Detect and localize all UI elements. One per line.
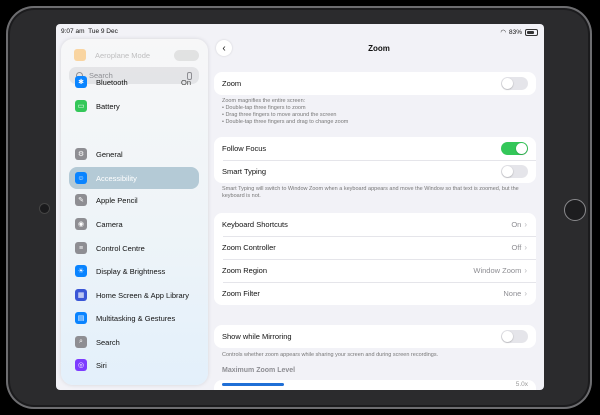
search-icon: ⌕ xyxy=(75,336,87,348)
sidebar-item-label: Siri xyxy=(96,360,107,370)
nav-row-keyboard-shortcuts[interactable]: Keyboard Shortcuts On › xyxy=(214,213,536,236)
status-date: Tue 9 Dec xyxy=(88,28,118,35)
sidebar-item-general[interactable]: ⚙ General xyxy=(69,143,199,165)
follow-focus-row[interactable]: Follow Focus xyxy=(214,137,536,160)
zoom-note: Zoom magnifies the entire screen: • Doub… xyxy=(222,98,532,126)
zoom-options-card: Keyboard Shortcuts On › Zoom Controller O… xyxy=(214,213,536,305)
sidebar-item-accessibility[interactable]: ☺ Accessibility xyxy=(69,167,199,189)
nav-row-label: Zoom Region xyxy=(222,266,268,275)
zoom-label: Zoom xyxy=(222,79,242,88)
sidebar-item-label: Home Screen & App Library xyxy=(96,290,189,300)
mirroring-card: Show while Mirroring xyxy=(214,325,536,348)
nav-row-value: None xyxy=(503,289,522,298)
home-screen-icon: ▦ xyxy=(75,289,87,301)
settings-sidebar: Aeroplane Mode Search ✱ Bluetooth On ▭ Batte… xyxy=(61,39,208,385)
home-button[interactable] xyxy=(564,199,586,221)
smart-typing-toggle[interactable] xyxy=(501,165,528,178)
sidebar-item-home-screen-app-library[interactable]: ▦ Home Screen & App Library xyxy=(69,284,199,306)
sidebar-item-battery[interactable]: ▭ Battery xyxy=(69,95,199,117)
chevron-right-icon: › xyxy=(524,243,527,252)
sidebar-item-label: Accessibility xyxy=(96,173,137,183)
sidebar-item-label: Camera xyxy=(96,219,123,229)
sidebar-item-camera[interactable]: ◉ Camera xyxy=(69,213,199,235)
zoom-card: Zoom xyxy=(214,72,536,95)
sidebar-item-control-centre[interactable]: ≡ Control Centre xyxy=(69,237,199,259)
sidebar-item-bluetooth[interactable]: ✱ Bluetooth On xyxy=(69,71,199,93)
sidebar-item-label: Apple Pencil xyxy=(96,195,138,205)
screen: 9:07 am Tue 9 Dec ◠ 83% Aeroplane Mode S… xyxy=(56,24,544,390)
sidebar-item-label: Search xyxy=(96,337,120,347)
zoom-row[interactable]: Zoom xyxy=(214,72,536,95)
sidebar-item-label: Bluetooth xyxy=(96,77,128,87)
nav-row-label: Zoom Filter xyxy=(222,289,260,298)
nav-row-zoom-controller[interactable]: Zoom Controller Off › xyxy=(214,236,536,259)
sidebar-item-label: Control Centre xyxy=(96,243,145,253)
siri-icon: ◎ xyxy=(75,359,87,371)
sidebar-item-label: Display & Brightness xyxy=(96,266,166,276)
chevron-right-icon: › xyxy=(524,220,527,229)
sidebar-item-multitasking-gestures[interactable]: ▤ Multitasking & Gestures xyxy=(69,307,199,329)
sidebar-item-label: Aeroplane Mode xyxy=(95,50,151,60)
max-zoom-slider[interactable]: 5.0x xyxy=(214,380,536,390)
nav-row-label: Keyboard Shortcuts xyxy=(222,220,288,229)
accessibility-icon: ☺ xyxy=(75,172,87,184)
max-zoom-header: Maximum Zoom Level xyxy=(222,367,296,374)
focus-card: Follow Focus Smart Typing xyxy=(214,137,536,183)
nav-row-zoom-filter[interactable]: Zoom Filter None › xyxy=(214,282,536,305)
aeroplane-icon xyxy=(74,49,86,61)
smart-typing-label: Smart Typing xyxy=(222,167,267,176)
sidebar-item-label: Battery xyxy=(96,101,120,111)
smart-typing-row[interactable]: Smart Typing xyxy=(214,160,536,183)
control-centre-icon: ≡ xyxy=(75,242,87,254)
camera-icon: ◉ xyxy=(75,218,87,230)
zoom-toggle[interactable] xyxy=(501,77,528,90)
show-while-mirroring-toggle[interactable] xyxy=(501,330,528,343)
zoom-note-line: • Double-tap three fingers to zoom xyxy=(222,105,306,111)
brightness-icon: ☀ xyxy=(75,265,87,277)
zoom-note-line: • Double-tap three fingers and drag to c… xyxy=(222,119,349,125)
sidebar-item-label: General xyxy=(96,149,123,159)
battery-percent: 83% xyxy=(508,28,522,36)
multitasking-icon: ▤ xyxy=(75,312,87,324)
chevron-right-icon: › xyxy=(524,289,527,298)
zoom-note-line: • Drag three fingers to move around the … xyxy=(222,112,337,118)
max-zoom-value: 5.0x xyxy=(515,381,528,388)
follow-focus-label: Follow Focus xyxy=(222,144,267,153)
sidebar-item-value: On xyxy=(180,77,191,87)
battery-icon: ▭ xyxy=(75,100,87,112)
wifi-icon: ◠ xyxy=(500,29,506,36)
sidebar-item-label: Multitasking & Gestures xyxy=(96,313,176,323)
sidebar-item-siri[interactable]: ◎ Siri xyxy=(69,354,199,376)
detail-pane: ‹ Zoom Zoom Zoom magnifies the entire sc… xyxy=(214,39,544,390)
nav-row-value: Window Zoom xyxy=(473,266,522,275)
max-zoom-slider-fill xyxy=(222,383,284,386)
show-while-mirroring-label: Show while Mirroring xyxy=(222,332,292,341)
nav-row-label: Zoom Controller xyxy=(222,243,276,252)
sidebar-item-search[interactable]: ⌕ Search xyxy=(69,331,199,353)
smart-typing-note: Smart Typing will switch to Window Zoom … xyxy=(222,186,519,199)
pencil-icon: ✎ xyxy=(75,194,87,206)
sidebar-item-display-brightness[interactable]: ☀ Display & Brightness xyxy=(69,260,199,282)
nav-row-value: On xyxy=(511,220,522,229)
show-while-mirroring-row[interactable]: Show while Mirroring xyxy=(214,325,536,348)
front-camera xyxy=(40,204,49,213)
page-title: Zoom xyxy=(368,44,390,53)
nav-row-zoom-region[interactable]: Zoom Region Window Zoom › xyxy=(214,259,536,282)
mirroring-note: Controls whether zoom appears while shar… xyxy=(222,352,439,358)
sidebar-item-aeroplane-mode[interactable]: Aeroplane Mode xyxy=(74,48,199,62)
status-time: 9:07 am xyxy=(61,28,85,35)
bluetooth-icon: ✱ xyxy=(75,76,87,88)
nav-row-value: Off xyxy=(511,243,522,252)
sidebar-item-apple-pencil[interactable]: ✎ Apple Pencil xyxy=(69,189,199,211)
zoom-note-line: Zoom magnifies the entire screen: xyxy=(222,98,306,104)
gear-icon: ⚙ xyxy=(75,148,87,160)
battery-status-icon xyxy=(525,28,538,36)
status-bar: 9:07 am Tue 9 Dec ◠ 83% xyxy=(56,24,544,38)
follow-focus-toggle[interactable] xyxy=(501,142,528,155)
aeroplane-toggle[interactable] xyxy=(174,49,199,61)
chevron-right-icon: › xyxy=(524,266,527,275)
